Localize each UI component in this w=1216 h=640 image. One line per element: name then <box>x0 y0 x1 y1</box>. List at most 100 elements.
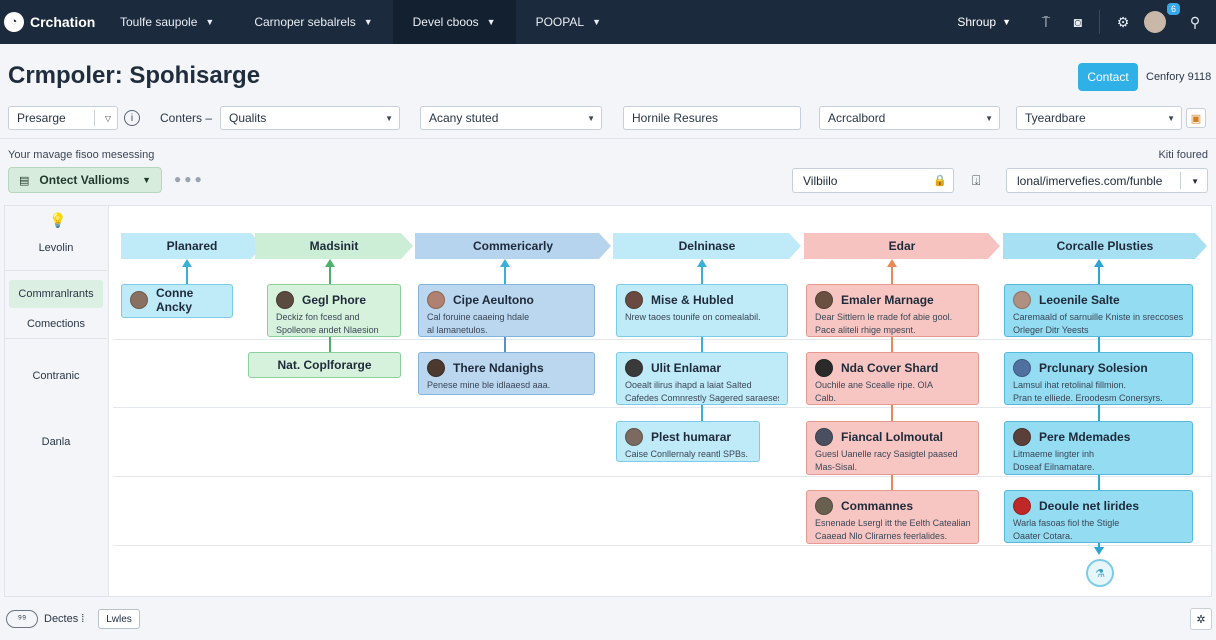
subbar-note: Your mavage fisoo mesessing <box>8 149 155 161</box>
avatar <box>427 359 445 377</box>
acrcalbord-select[interactable]: Acrcalbord ▼ <box>819 106 1000 130</box>
pipeline-card[interactable]: Conne Ancky <box>121 284 233 318</box>
nav-right-tools: Shroup ▼ ⍑ ◙ ⚙ 6 ⚲ <box>957 0 1216 44</box>
acany-select[interactable]: Acany stuted ▼ <box>420 106 602 130</box>
action-label: Ontect Vallioms <box>39 173 130 187</box>
pipeline-card[interactable]: Prclunary Solesion Lamsul ihat retolinal… <box>1004 352 1193 405</box>
connector <box>1098 266 1100 284</box>
pipeline-card[interactable]: Ulit Enlamar Ooealt ilirus ihapd a laiat… <box>616 352 788 405</box>
stage-header[interactable]: Edar <box>804 233 1000 259</box>
chevron-down-icon: ▼ <box>1167 114 1175 123</box>
conters-label: Conters – <box>160 111 213 125</box>
visibility-input[interactable]: Vilbiilo 🔒 <box>792 168 954 193</box>
lane-label[interactable]: Danla <box>5 436 107 448</box>
more-options-icon[interactable]: ●●● <box>174 172 205 186</box>
card-description: Warla fasoas fiol the Stigle <box>1013 518 1120 528</box>
stage-header[interactable]: Commericarly <box>415 233 611 259</box>
upload-icon[interactable]: ⍗ <box>972 172 980 189</box>
select-value: Acany stuted <box>429 111 499 125</box>
avatar <box>815 291 833 309</box>
stage-header[interactable]: Delninase <box>613 233 801 259</box>
lane-sidebar: 💡 Levolin Commranlrants Comections Contr… <box>5 206 109 596</box>
divider <box>94 110 95 126</box>
pipeline-card[interactable]: There Ndanighs Penese mine ble idlaaesd … <box>418 352 595 395</box>
lane-label[interactable]: Commranlrants <box>5 288 107 300</box>
pipeline-card[interactable]: Nat. Coplforarge <box>248 352 401 378</box>
user-icon[interactable]: ⚲ <box>1184 11 1206 33</box>
stage-header[interactable]: Madsinit <box>255 233 413 259</box>
toggle-icon[interactable]: ⁹⁹ <box>6 610 38 628</box>
chevron-down-icon: ▼ <box>1002 17 1011 27</box>
lane-label[interactable]: Levolin <box>5 242 107 254</box>
gear-icon[interactable]: ⚙ <box>1112 11 1134 33</box>
pipeline-card[interactable]: Fiancal Lolmoutal Guesl Uanelle racy Sas… <box>806 421 979 475</box>
pipeline-card[interactable]: Deoule net lirides Warla fasoas fiol the… <box>1004 490 1193 543</box>
chevron-down-icon: ▽ <box>104 114 111 123</box>
card-title: Conne Ancky <box>156 286 194 314</box>
pipeline-card[interactable]: Pere Mdemades Litmaeme lingter inh Dosea… <box>1004 421 1193 475</box>
shop-dropdown[interactable]: Shroup ▼ <box>957 15 1011 29</box>
company-label: Cenfory 9118 <box>1146 71 1212 83</box>
nav-tab-4[interactable]: POOPAL ▼ <box>516 0 621 44</box>
pipeline-card[interactable]: Cipe Aeultono Cal foruine caaeing hdale … <box>418 284 595 337</box>
card-title: Leoenile Salte <box>1039 293 1120 307</box>
chevron-down-icon: ▼ <box>985 114 993 123</box>
card-description: Deckiz fon fcesd and <box>276 312 360 322</box>
avatar <box>625 359 643 377</box>
presarge-select[interactable]: Presarge ▽ <box>8 106 118 130</box>
card-title: Plest humarar <box>651 430 732 444</box>
shop-label: Shroup <box>957 15 997 29</box>
chevron-down-icon: ▼ <box>1191 177 1199 186</box>
avatar <box>1013 497 1031 515</box>
chevron-down-icon: ▼ <box>592 17 601 27</box>
row-divider <box>113 476 1211 477</box>
connector <box>891 266 893 284</box>
tyeardbare-select[interactable]: Tyeardbare ▼ <box>1016 106 1182 130</box>
card-description: Cafedes Comnrestly Sagered saraeses. <box>625 393 779 403</box>
pipeline-card[interactable]: Emaler Marnage Dear Sittlern le rrade fo… <box>806 284 979 337</box>
nav-tab-label: Carnoper sebalrels <box>254 15 356 29</box>
avatar[interactable]: 6 <box>1144 3 1180 33</box>
url-select[interactable]: lonal/imervefies.com/funble ▼ <box>1006 168 1208 193</box>
bottom-button[interactable]: Lwles <box>98 609 140 629</box>
brand[interactable]: ◔ Crchation <box>0 12 100 32</box>
action-dropdown-button[interactable]: ▤ Ontect Vallioms ▼ <box>8 167 162 193</box>
hornile-input[interactable]: Hornile Resures <box>623 106 801 130</box>
pipeline-card[interactable]: Mise & Hubled Nrew taoes tounife on come… <box>616 284 788 337</box>
nav-tab-1[interactable]: Toulfe saupole ▼ <box>100 0 234 44</box>
card-description: Orleger Ditr Yeests <box>1013 325 1089 335</box>
connector <box>504 266 506 284</box>
nav-tab-2[interactable]: Carnoper sebalrels ▼ <box>234 0 392 44</box>
pipeline-card[interactable]: Gegl Phore Deckiz fon fcesd and Spolleon… <box>267 284 401 337</box>
pipeline-card[interactable]: Commannes Esnenade Lsergl itt the Eelth … <box>806 490 979 544</box>
camera-icon[interactable]: ◙ <box>1067 11 1089 33</box>
pipeline-card[interactable]: Nda Cover Shard Ouchile ane Scealle ripe… <box>806 352 979 405</box>
pipeline-card[interactable]: Plest humarar Caise Conllernaly reantl S… <box>616 421 760 462</box>
divider <box>1180 172 1181 189</box>
avatar <box>1013 428 1031 446</box>
connector <box>891 475 893 490</box>
logo-icon: ◔ <box>4 12 24 32</box>
stage-header[interactable]: Planared <box>121 233 263 259</box>
pipeline-card[interactable]: Leoenile Salte Caremaald of sarnuille Kn… <box>1004 284 1193 337</box>
card-description: Oaater Cotara. <box>1013 531 1073 541</box>
contact-button[interactable]: Contact <box>1078 63 1138 91</box>
figure-icon[interactable]: ⍑ <box>1035 11 1057 33</box>
qualits-select[interactable]: Qualits ▼ <box>220 106 400 130</box>
card-description: Pace aliteli rhige mpesnt. <box>815 325 916 335</box>
bottom-label: Dectes ⁞ <box>44 613 85 625</box>
settings-icon[interactable]: ✲ <box>1190 608 1212 630</box>
notification-badge: 6 <box>1166 3 1180 15</box>
stage-header[interactable]: Corcalle Plusties <box>1003 233 1207 259</box>
nav-tab-3[interactable]: Devel cboos ▼ <box>392 0 516 44</box>
end-node-icon[interactable]: ⚗ <box>1086 559 1114 587</box>
card-title: Cipe Aeultono <box>453 293 534 307</box>
avatar <box>1013 291 1031 309</box>
card-description: Litmaeme lingter inh <box>1013 449 1095 459</box>
document-icon: ▤ <box>19 174 30 187</box>
filter-settings-icon[interactable]: ▣ <box>1186 108 1206 128</box>
lane-label[interactable]: Contranic <box>5 370 107 382</box>
lane-label[interactable]: Comections <box>5 318 107 330</box>
card-title: There Ndanighs <box>453 361 544 375</box>
info-icon[interactable]: i <box>124 110 140 126</box>
